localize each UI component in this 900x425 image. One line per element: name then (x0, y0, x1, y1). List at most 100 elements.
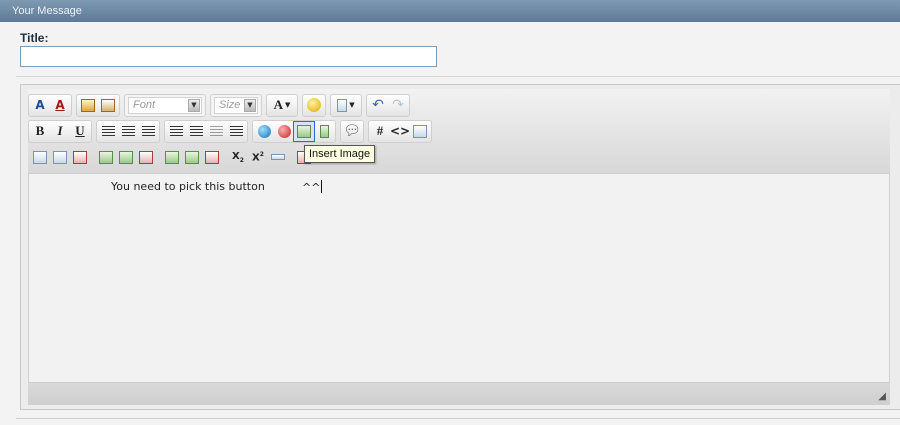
toolbar-group-table: X2 X2 (30, 148, 314, 167)
hash-button[interactable]: # (370, 122, 390, 141)
title-input[interactable] (20, 46, 437, 67)
superscript-icon: X2 (252, 150, 264, 164)
paste-button[interactable] (78, 96, 98, 115)
delete-column-button[interactable] (202, 148, 222, 167)
toolbar-group-size: Size ▼ (210, 93, 262, 117)
toolbar-group-paste (76, 93, 120, 117)
toolbar-group-history: ↶ ↷ (366, 93, 410, 117)
redo-button[interactable]: ↷ (388, 96, 408, 115)
smiley-icon (307, 98, 321, 112)
table-properties-icon (53, 150, 67, 164)
delete-table-icon (73, 150, 87, 164)
outdent-icon (209, 125, 223, 137)
toolbar-group-color: A ▼ (266, 93, 298, 117)
insert-column-right-button[interactable] (182, 148, 202, 167)
ordered-list-icon (169, 125, 183, 137)
toolbar-row-3: X2 X2 (28, 147, 314, 167)
remove-format-button[interactable]: A (30, 96, 50, 115)
divider (16, 76, 900, 77)
column-left-icon (165, 150, 179, 164)
speech-bubble-icon: 💬︎ (343, 123, 361, 139)
code-icon: <> (389, 124, 411, 138)
paste-text-icon (101, 98, 115, 112)
ordered-list-button[interactable] (166, 122, 186, 141)
toolbar-group-insert (252, 119, 336, 143)
attachment-button[interactable]: ▼ (332, 96, 360, 115)
editor-pointer-text: ^^ (302, 180, 323, 194)
superscript-button[interactable]: X2 (248, 148, 268, 167)
toolbar-group-attach: ▼ (330, 93, 362, 117)
chevron-down-icon: ▼ (349, 101, 355, 109)
quote-button[interactable]: 💬︎ (342, 122, 362, 141)
insert-video-button[interactable] (314, 122, 334, 141)
unlink-icon (277, 124, 291, 138)
insert-image-tooltip: Insert Image (304, 145, 376, 163)
outdent-button[interactable] (206, 122, 226, 141)
underline-icon: U (75, 123, 85, 138)
delete-row-button[interactable] (136, 148, 156, 167)
paste-text-button[interactable] (98, 96, 118, 115)
delete-row-icon (139, 150, 153, 164)
unordered-list-icon (189, 125, 203, 137)
align-left-button[interactable] (98, 122, 118, 141)
image-icon (297, 124, 311, 138)
insert-row-below-button[interactable] (116, 148, 136, 167)
code-button[interactable]: <> (390, 122, 410, 141)
toolbar-group-quote: 💬︎ (340, 119, 364, 143)
delete-table-button[interactable] (70, 148, 90, 167)
text-color-button[interactable]: A ▼ (268, 96, 296, 115)
row-above-icon (99, 150, 113, 164)
spellcheck-button[interactable]: A (50, 96, 70, 115)
toolbar-group-style: B I U (28, 119, 92, 143)
subscript-icon: X2 (232, 150, 244, 164)
insert-column-left-button[interactable] (162, 148, 182, 167)
size-select[interactable]: Size ▼ (214, 96, 258, 114)
spellcheck-icon: A (55, 98, 65, 112)
editor-statusbar: ◢ (28, 383, 890, 405)
insert-link-button[interactable] (254, 122, 274, 141)
php-button[interactable] (410, 122, 430, 141)
php-icon (413, 124, 427, 138)
editor-content-area[interactable] (28, 173, 890, 383)
smilies-button[interactable] (304, 96, 324, 115)
unordered-list-button[interactable] (186, 122, 206, 141)
paste-icon (81, 98, 95, 112)
row-below-icon (119, 150, 133, 164)
toolbar-group-font: Font ▼ (124, 93, 206, 117)
bottom-divider (16, 418, 900, 419)
horizontal-rule-icon (271, 154, 285, 160)
insert-table-button[interactable] (30, 148, 50, 167)
resize-handle-icon[interactable]: ◢ (878, 391, 886, 402)
column-right-icon (185, 150, 199, 164)
toolbar-group-lists (164, 119, 248, 143)
italic-button[interactable]: I (50, 122, 70, 141)
align-right-button[interactable] (138, 122, 158, 141)
font-select-label: Font (133, 99, 156, 111)
toolbar-group-align (96, 119, 160, 143)
bold-button[interactable]: B (30, 122, 50, 141)
insert-image-button[interactable] (293, 120, 315, 142)
chevron-down-icon: ▼ (188, 98, 200, 112)
insert-row-above-button[interactable] (96, 148, 116, 167)
align-center-icon (121, 125, 135, 137)
remove-link-button[interactable] (274, 122, 294, 141)
subscript-button[interactable]: X2 (228, 148, 248, 167)
link-icon (257, 124, 271, 138)
remove-format-icon: A (35, 98, 45, 112)
bold-icon: B (35, 123, 45, 138)
horizontal-rule-button[interactable] (268, 148, 288, 167)
section-header: Your Message (0, 0, 900, 22)
indent-button[interactable] (226, 122, 246, 141)
hash-icon: # (376, 123, 384, 138)
align-center-button[interactable] (118, 122, 138, 141)
table-properties-button[interactable] (50, 148, 70, 167)
text-caret (321, 180, 323, 193)
title-label: Title: (20, 31, 49, 45)
align-left-icon (101, 125, 115, 137)
chevron-down-icon: ▼ (244, 98, 256, 112)
undo-button[interactable]: ↶ (368, 96, 388, 115)
indent-icon (229, 125, 243, 137)
font-select[interactable]: Font ▼ (128, 96, 202, 114)
toolbar-row-2: B I U 💬︎ # <> (28, 119, 436, 143)
underline-button[interactable]: U (70, 122, 90, 141)
